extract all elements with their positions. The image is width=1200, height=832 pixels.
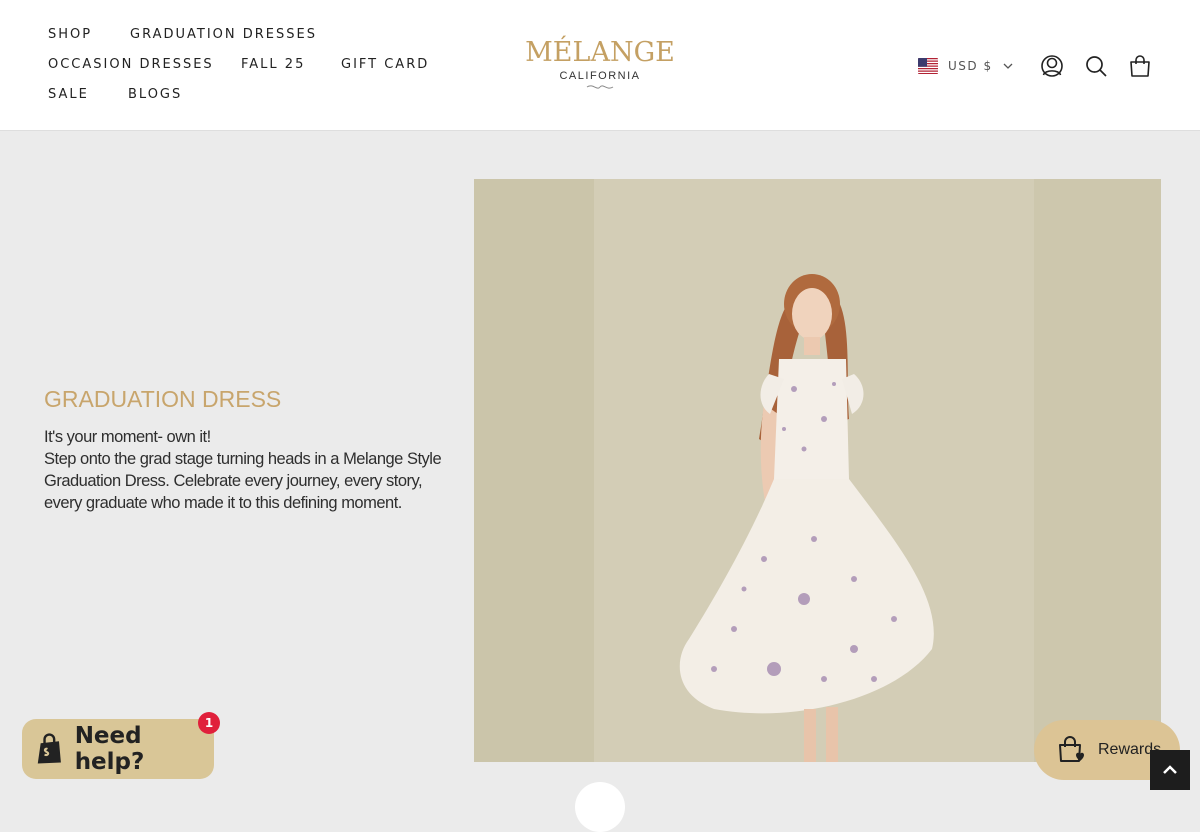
currency-label: USD $ — [948, 59, 993, 73]
carousel-control[interactable] — [575, 782, 625, 832]
shopify-bag-icon — [37, 733, 61, 764]
need-help-button[interactable]: Need help? — [22, 719, 214, 779]
search-icon[interactable] — [1084, 54, 1108, 78]
hero-tagline: It's your moment- own it! — [44, 428, 211, 446]
site-header: SHOP GRADUATION DRESSES OCCASION DRESSES… — [0, 0, 1200, 131]
nav-occasion-dresses[interactable]: OCCASION DRESSES — [48, 57, 214, 72]
nav-graduation-dresses[interactable]: GRADUATION DRESSES — [130, 27, 317, 42]
brand-logo[interactable]: MÉLANGE CALIFORNIA — [520, 38, 680, 91]
logo-flourish-icon — [586, 85, 614, 89]
nav-sale[interactable]: SALE — [48, 87, 89, 102]
hero-description: It's your moment- own it! Step onto the … — [44, 426, 454, 514]
rewards-bag-icon — [1059, 736, 1084, 762]
account-icon[interactable] — [1040, 54, 1064, 78]
logo-subtitle: CALIFORNIA — [559, 70, 641, 82]
chevron-down-icon — [1003, 63, 1013, 69]
bag-icon[interactable] — [1128, 54, 1152, 78]
currency-selector[interactable]: USD $ — [918, 57, 1013, 75]
logo-wordmark: MÉLANGE — [525, 37, 675, 68]
us-flag-icon — [918, 58, 938, 74]
hero-title: GRADUATION DRESS — [44, 386, 282, 412]
notification-badge: 1 — [198, 712, 220, 734]
need-help-label: Need help? — [74, 723, 145, 775]
chevron-up-icon — [1163, 765, 1177, 774]
nav-gift-card[interactable]: GIFT CARD — [341, 57, 429, 72]
nav-shop[interactable]: SHOP — [48, 27, 92, 42]
scroll-to-top-button[interactable] — [1150, 750, 1190, 790]
hero-body: Step onto the grad stage turning heads i… — [44, 450, 442, 512]
nav-blogs[interactable]: BLOGS — [128, 87, 182, 102]
hero-product-image[interactable] — [474, 179, 1161, 762]
nav-fall-25[interactable]: FALL 25 — [241, 57, 305, 72]
